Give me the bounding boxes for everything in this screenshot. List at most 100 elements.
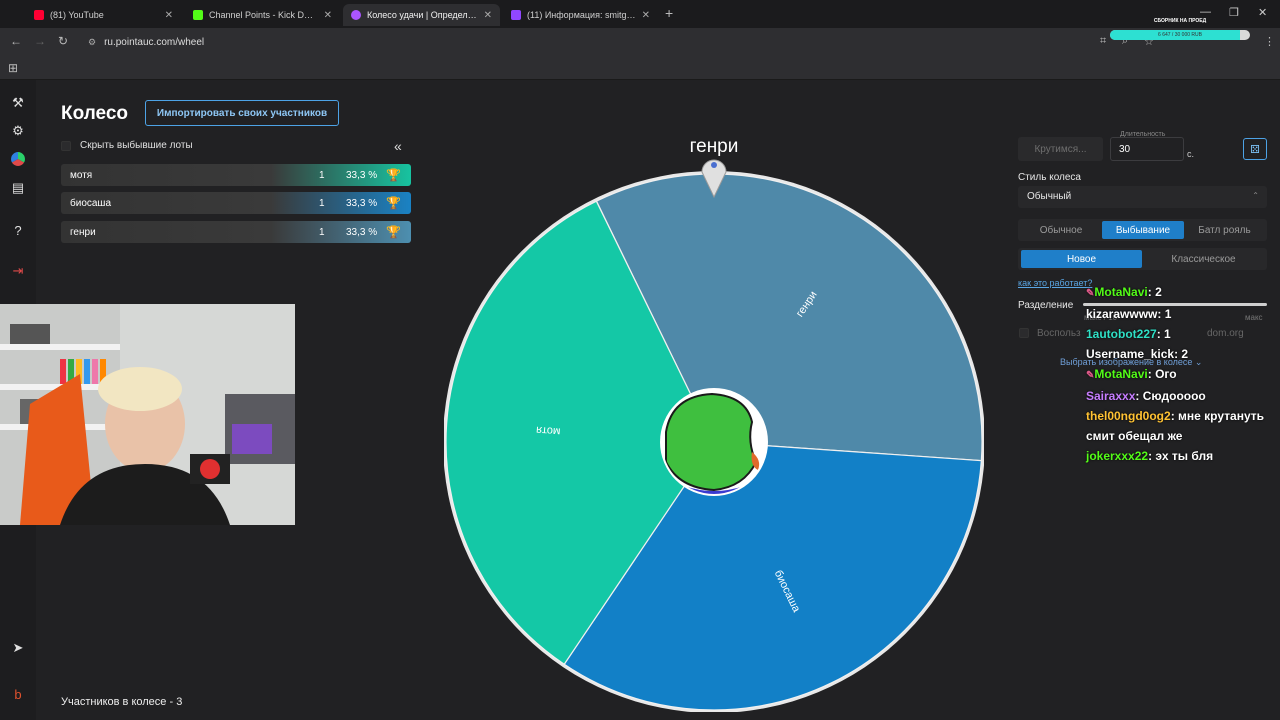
lot-name: мотя [70,170,93,181]
randomize-dice-icon[interactable]: ⚄ [1243,138,1267,160]
bookmarks-bar: ⊞ [0,56,1280,80]
tab-wheel[interactable]: Колесо удачи | Определите по ✕ [343,4,500,26]
new-tab-icon[interactable]: + [665,5,673,21]
lot-row[interactable]: генри 1 33,3 % 🏆 [61,221,411,243]
logout-icon[interactable]: ⇥ [8,261,28,281]
chat-username: thel00ngd0og2 [1086,409,1171,423]
telegram-icon[interactable]: ➤ [8,638,28,658]
boosty-icon[interactable]: b [8,684,28,704]
chat-username: 1autobot227 [1086,327,1157,341]
wheel-mode-tabs: Обычное Выбывание Батл рояль [1018,219,1267,241]
youtube-icon [34,10,44,20]
apps-grid-icon[interactable]: ⊞ [8,61,18,75]
tab-mode-normal[interactable]: Обычное [1020,221,1102,239]
duration-input[interactable] [1110,137,1184,161]
close-window-icon[interactable]: ✕ [1258,6,1267,19]
wheel-style-value: Обычный [1027,191,1072,202]
lot-percent: 33,3 % [346,198,378,209]
chat-message: thel00ngd0og2: мне крутануть смит обещал… [1086,406,1276,446]
hide-eliminated-row[interactable]: Скрыть выбывшие лоты [61,140,193,151]
chat-username: kizarawwww [1086,307,1158,321]
chat-username: MotaNavi [1094,367,1148,381]
trophy-icon[interactable]: 🏆 [386,196,401,210]
tab-youtube[interactable]: (81) YouTube ✕ [26,4,181,26]
back-icon[interactable]: ← [10,34,22,48]
lot-amount: 1 [319,170,325,181]
webcam-image [0,304,295,525]
use-random-org-label: Воспольз [1037,328,1081,339]
forward-icon[interactable]: → [34,34,46,48]
translate-icon[interactable]: ⌗ [1100,35,1106,48]
donation-title: СБОРНИК НА ПРОЕД [1153,18,1207,24]
chat-message: Sairaxxx: Сюдооооо [1086,386,1276,406]
minimize-icon[interactable]: — [1200,6,1211,18]
kick-icon [193,10,203,20]
tab-mode-battle-royale[interactable]: Батл рояль [1184,221,1265,239]
site-info-icon[interactable]: ⚙ [88,37,96,48]
pointauc-icon [351,10,361,20]
chat-separator: : [1170,409,1179,423]
stream-chat-overlay: ✎MotaNavi: 2 kizarawwww: 1 1autobot227: 1U… [1086,282,1276,466]
close-icon[interactable]: ✕ [484,10,492,21]
chat-text: Ого [1155,367,1177,381]
chat-separator: : [1147,367,1156,381]
menu-icon[interactable]: ⋮ [1264,35,1275,48]
lot-amount: 1 [319,227,325,238]
wheel-center-image [660,388,768,496]
tab-twitch-info[interactable]: (11) Информация: smitgame | ✕ [503,4,658,26]
chat-message: Username_kick: 2 [1086,344,1276,364]
close-icon[interactable]: ✕ [165,10,173,21]
hide-eliminated-checkbox[interactable] [61,140,71,151]
history-clipboard-icon[interactable]: ▤ [8,178,28,198]
collapse-panel-icon[interactable]: « [394,138,402,154]
close-icon[interactable]: ✕ [324,10,332,21]
trophy-icon[interactable]: 🏆 [386,225,401,239]
auction-gavel-icon[interactable]: ⚒ [8,93,28,113]
wheel-nav-icon[interactable] [8,149,28,169]
tab-submode-classic[interactable]: Классическое [1142,250,1265,268]
tab-kick-dashboard[interactable]: Channel Points - Kick Dashboard ✕ [185,4,340,26]
url-text: ru.pointauc.com/wheel [104,36,205,48]
import-participants-button[interactable]: Импортировать своих участников [145,100,339,126]
fortune-wheel[interactable]: генрибиосашамотя [444,152,984,712]
wheel-style-label: Стиль колеса [1018,172,1081,183]
donation-goal-overlay: СБОРНИК НА ПРОЕД 6 647 / 30 000 RUB [1110,18,1250,44]
lot-row[interactable]: мотя 1 33,3 % 🏆 [61,164,411,186]
how-it-works-link[interactable]: как это работает? [1018,278,1092,288]
chat-text: 1 [1164,327,1171,341]
chat-username: jokerxxx22 [1086,449,1149,463]
tab-label: (81) YouTube [50,10,104,20]
chat-message: ✎MotaNavi: 2 [1086,282,1276,304]
url-field[interactable]: ⚙ ru.pointauc.com/wheel [80,33,1090,51]
tab-label: Channel Points - Kick Dashboard [209,10,318,20]
trophy-icon[interactable]: 🏆 [386,168,401,182]
tab-label: Колесо удачи | Определите по [367,10,478,20]
chat-message: ✎MotaNavi: Ого [1086,364,1276,386]
browser-tab-bar: (81) YouTube ✕ Channel Points - Kick Das… [0,0,1280,28]
lot-row[interactable]: биосаша 1 33,3 % 🏆 [61,192,411,214]
settings-gear-icon[interactable]: ⚙ [8,121,28,141]
chat-text: 1 [1164,307,1172,321]
close-icon[interactable]: ✕ [642,10,650,21]
chat-message: kizarawwww: 1 [1086,304,1276,324]
chat-text: 2 [1181,347,1189,361]
twitch-icon [511,10,521,20]
reload-icon[interactable]: ↻ [58,34,68,48]
spin-button[interactable]: Крутимся... [1018,137,1103,161]
help-icon[interactable]: ? [8,220,28,240]
use-random-org-checkbox[interactable] [1019,328,1029,338]
wheel-style-select[interactable]: Обычный ⌃ [1018,186,1267,208]
lot-name: биосаша [70,198,112,209]
tab-mode-elimination[interactable]: Выбывание [1102,221,1184,239]
hide-eliminated-label: Скрыть выбывшие лоты [80,140,193,151]
streamer-webcam [0,304,295,525]
lot-percent: 33,3 % [346,170,378,181]
chat-separator: : [1157,307,1165,321]
wheel-segment-label: мотя [536,424,561,438]
duration-unit: с. [1187,149,1195,159]
chat-username: MotaNavi [1094,285,1148,299]
chevron-down-icon: ⌃ [1252,191,1259,200]
chat-separator: : [1147,285,1156,299]
tab-submode-new[interactable]: Новое [1021,250,1142,268]
chat-separator: : [1156,327,1165,341]
